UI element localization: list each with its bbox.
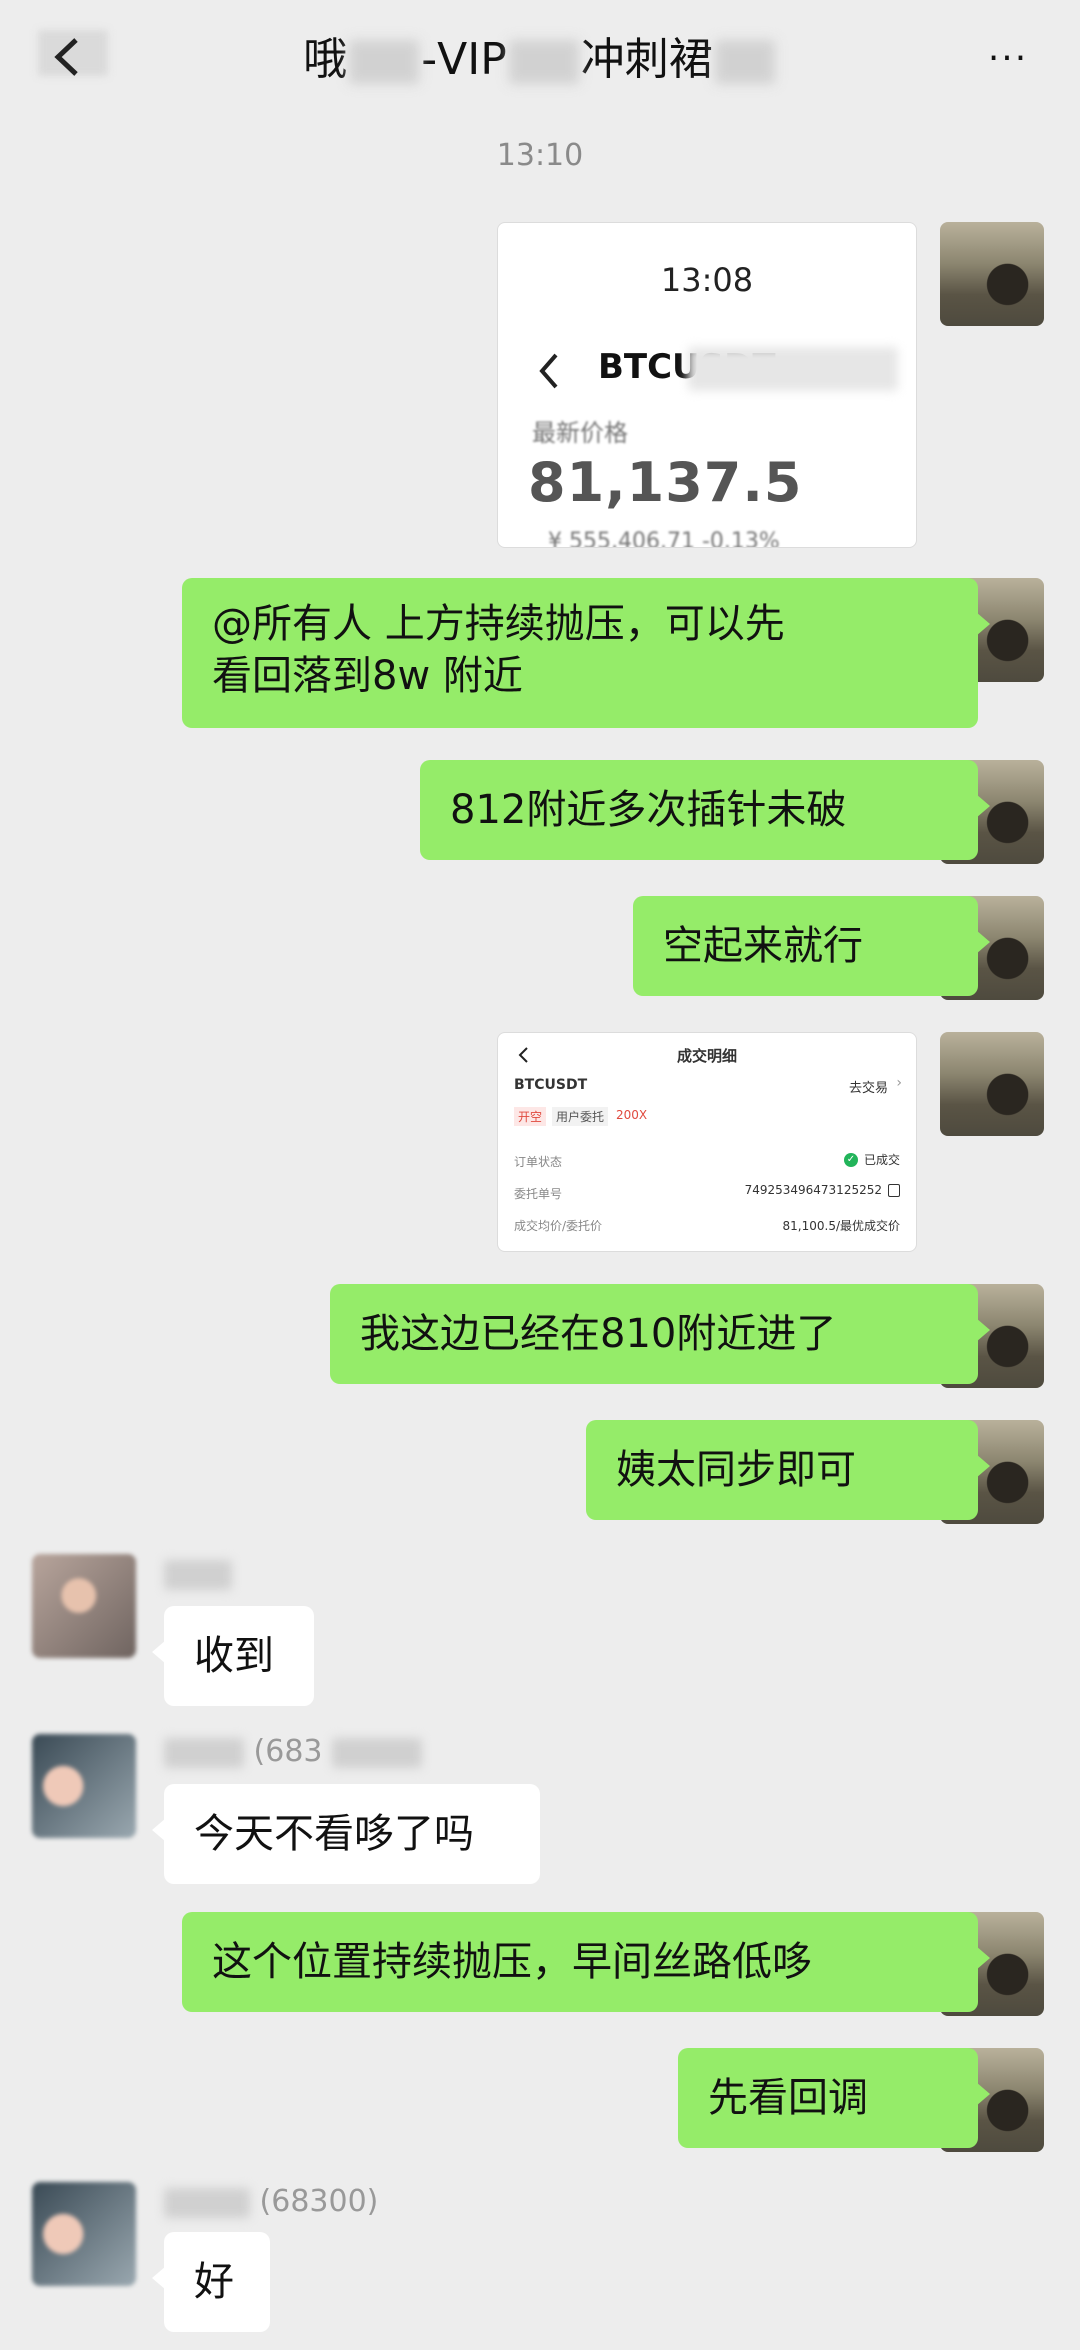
detail-value: 749253496473125252 xyxy=(745,1183,900,1197)
detail-tags: 开空 用户委托 200X xyxy=(514,1107,649,1126)
blur-mask xyxy=(164,2187,250,2218)
sender-name: (68300) xyxy=(164,2184,378,2219)
tag-open-short: 开空 xyxy=(514,1107,547,1126)
message-bubble-mine[interactable]: 812附近多次插针未破 xyxy=(420,760,990,860)
message-text: 看回落到8w 附近 xyxy=(212,653,523,699)
blur-mask xyxy=(164,1559,232,1590)
message-text: 我这边已经在810附近进了 xyxy=(360,1311,837,1357)
contact-avatar[interactable] xyxy=(32,1554,136,1658)
message-bubble-mine[interactable]: 我这边已经在810附近进了 xyxy=(330,1284,990,1384)
copy-icon[interactable] xyxy=(888,1183,900,1197)
screenshot-price-label: 最新价格 xyxy=(532,419,628,447)
message-bubble-mine[interactable]: 姨太同步即可 xyxy=(586,1420,990,1520)
message-text: 姨太同步即可 xyxy=(616,1447,856,1493)
title-mask xyxy=(508,40,579,84)
detail-title: 成交明细 xyxy=(676,1047,737,1065)
avg-price: 81,100.5/最优成交价 xyxy=(782,1219,900,1233)
message-bubble-other[interactable]: 收到 xyxy=(152,1606,314,1706)
chat-title: 哦 -VIP 冲刺裙 xyxy=(180,30,900,90)
check-circle-icon: ✓ xyxy=(843,1152,858,1167)
tag-user-order: 用户委托 xyxy=(552,1107,609,1126)
sender-name: (683 xyxy=(164,1734,423,1769)
contact-avatar[interactable] xyxy=(32,1734,136,1838)
chevron-left-icon xyxy=(539,353,558,389)
sender-suffix: (68300) xyxy=(259,2184,379,2219)
detail-label: 委托单号 xyxy=(514,1187,563,1201)
detail-label: 成交均价/委托价 xyxy=(514,1219,603,1233)
message-text: 好 xyxy=(194,2259,234,2305)
message-text: 今天不看哆了吗 xyxy=(194,1811,474,1857)
image-message[interactable]: 13:08 BTCUSDT 最新价格 81,137.5 ¥ 555,406.71… xyxy=(497,222,917,548)
title-part: 冲刺裙 xyxy=(580,34,713,85)
message-text: @所有人 上方持续抛压，可以先 xyxy=(212,601,785,647)
message-text: 收到 xyxy=(194,1633,274,1679)
image-message[interactable]: 成交明细 BTCUSDT 去交易 › 开空 用户委托 200X 订单状态 ✓ 已… xyxy=(497,1032,917,1252)
go-trade-link[interactable]: 去交易 xyxy=(849,1077,888,1096)
chat-header: 哦 -VIP 冲刺裙 ··· xyxy=(0,0,1080,120)
back-button[interactable] xyxy=(30,22,120,92)
screenshot-time: 13:08 xyxy=(660,261,754,299)
my-avatar[interactable] xyxy=(940,222,1044,326)
message-text: 先看回调 xyxy=(708,2075,868,2121)
message-bubble-mine[interactable]: @所有人 上方持续抛压，可以先 看回落到8w 附近 xyxy=(182,578,990,728)
message-bubble-other[interactable]: 好 xyxy=(152,2232,270,2332)
more-options-button[interactable]: ··· xyxy=(978,34,1038,84)
message-bubble-mine[interactable]: 这个位置持续抛压，早间丝路低哆 xyxy=(182,1912,990,2012)
sender-name xyxy=(164,1556,232,1591)
title-part: -VIP xyxy=(421,34,507,85)
my-avatar[interactable] xyxy=(940,1032,1044,1136)
detail-symbol: BTCUSDT xyxy=(514,1077,588,1093)
message-text: 空起来就行 xyxy=(663,923,863,969)
tag-leverage: 200X xyxy=(616,1108,648,1122)
message-timestamp: 13:10 xyxy=(496,138,584,173)
title-mask xyxy=(349,40,420,84)
chevron-left-icon xyxy=(54,38,78,76)
message-bubble-mine[interactable]: 先看回调 xyxy=(678,2048,990,2148)
contact-avatar[interactable] xyxy=(32,2182,136,2286)
message-text: 812附近多次插针未破 xyxy=(450,787,847,833)
screenshot-price-value: 81,137.5 xyxy=(528,451,803,514)
order-status: 已成交 xyxy=(863,1153,900,1167)
blur-mask xyxy=(332,1737,423,1768)
chevron-right-icon: › xyxy=(896,1075,902,1091)
order-number: 749253496473125252 xyxy=(744,1183,882,1197)
detail-label: 订单状态 xyxy=(514,1155,563,1169)
title-part: 哦 xyxy=(303,34,348,85)
screenshot-subprice: ¥ 555,406.71 -0.13% xyxy=(548,529,780,548)
message-bubble-other[interactable]: 今天不看哆了吗 xyxy=(152,1784,540,1884)
sender-suffix: (683 xyxy=(253,1734,323,1769)
blur-mask xyxy=(688,347,898,391)
blur-mask xyxy=(164,1737,244,1768)
message-bubble-mine[interactable]: 空起来就行 xyxy=(633,896,990,996)
title-mask xyxy=(714,40,775,84)
detail-value: ✓ 已成交 xyxy=(843,1151,900,1168)
message-text: 这个位置持续抛压，早间丝路低哆 xyxy=(212,1939,812,1985)
